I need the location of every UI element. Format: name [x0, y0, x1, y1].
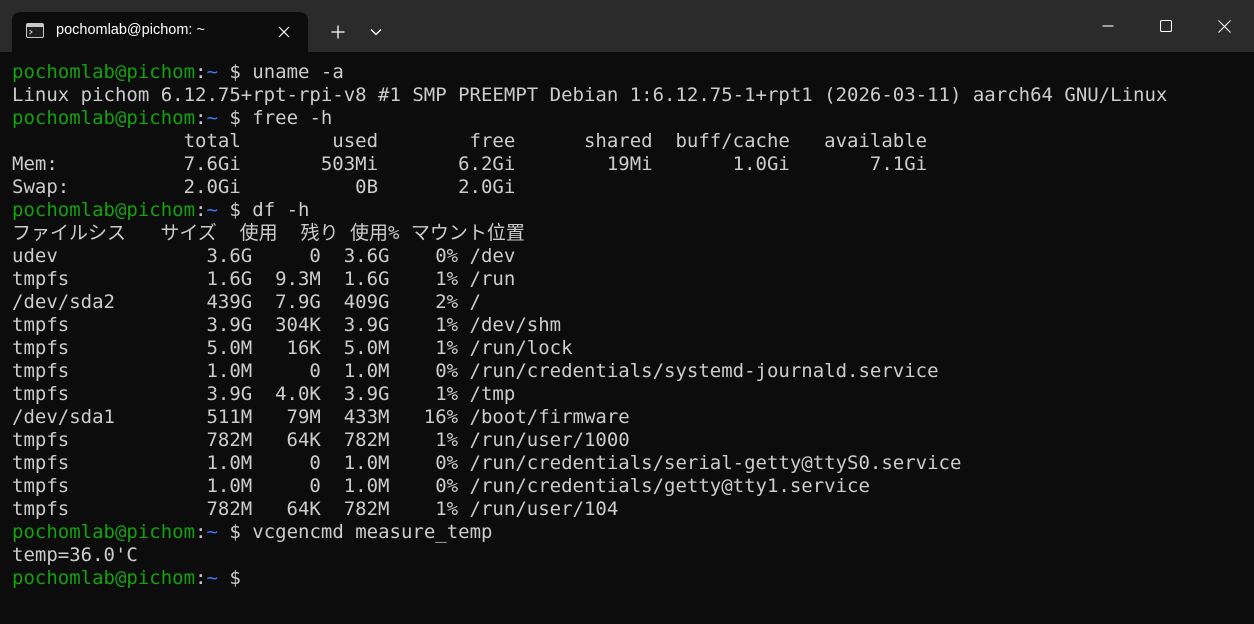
- output-line: tmpfs 1.6G 9.3M 1.6G 1% /run: [12, 268, 516, 290]
- output-line: Swap: 2.0Gi 0B 2.0Gi: [12, 176, 516, 198]
- output-line: tmpfs 782M 64K 782M 1% /run/user/1000: [12, 429, 630, 451]
- prompt-path: ~: [206, 199, 218, 221]
- close-icon: [278, 26, 290, 38]
- command-text: uname -a: [252, 61, 344, 83]
- output-line: Mem: 7.6Gi 503Mi 6.2Gi 19Mi 1.0Gi 7.1Gi: [12, 153, 928, 175]
- output-line: udev 3.6G 0 3.6G 0% /dev: [12, 245, 516, 267]
- output-line: tmpfs 1.0M 0 1.0M 0% /run/credentials/ge…: [12, 475, 870, 497]
- terminal-icon: [26, 23, 44, 38]
- prompt-user: pochomlab@pichom: [12, 199, 196, 221]
- prompt-line: pochomlab@pichom:~ $ vcgencmd measure_te…: [12, 521, 1248, 544]
- prompt-separator: :: [195, 567, 207, 589]
- prompt-path: ~: [206, 61, 218, 83]
- close-window-button[interactable]: [1202, 8, 1246, 44]
- prompt-symbol: $: [217, 61, 253, 83]
- prompt-separator: :: [195, 199, 207, 221]
- output-line: total used free shared buff/cache availa…: [12, 130, 928, 152]
- prompt-symbol: $: [217, 199, 253, 221]
- prompt-line: pochomlab@pichom:~ $ uname -a: [12, 61, 1248, 84]
- prompt-symbol: $: [217, 107, 253, 129]
- maximize-button[interactable]: [1144, 8, 1188, 44]
- output-line: ファイルシス サイズ 使用 残り 使用% マウント位置: [12, 222, 525, 244]
- prompt-line: pochomlab@pichom:~ $: [12, 567, 1248, 590]
- output-line: tmpfs 3.9G 304K 3.9G 1% /dev/shm: [12, 314, 562, 336]
- output-line: temp=36.0'C: [12, 544, 138, 566]
- chevron-down-icon: [370, 29, 382, 36]
- maximize-icon: [1160, 20, 1172, 32]
- prompt-user: pochomlab@pichom: [12, 567, 196, 589]
- prompt-user: pochomlab@pichom: [12, 61, 196, 83]
- prompt-user: pochomlab@pichom: [12, 107, 196, 129]
- command-text: vcgencmd measure_temp: [252, 521, 493, 543]
- tab-terminal[interactable]: pochomlab@pichom: ~: [12, 12, 308, 52]
- prompt-line: pochomlab@pichom:~ $ df -h: [12, 199, 1248, 222]
- tab-dropdown-button[interactable]: [360, 16, 392, 48]
- prompt-path: ~: [206, 567, 218, 589]
- new-tab-button[interactable]: [320, 16, 356, 48]
- prompt-symbol: $: [217, 521, 253, 543]
- output-line: tmpfs 1.0M 0 1.0M 0% /run/credentials/se…: [12, 452, 962, 474]
- output-line: tmpfs 782M 64K 782M 1% /run/user/104: [12, 498, 619, 520]
- output-line: tmpfs 5.0M 16K 5.0M 1% /run/lock: [12, 337, 573, 359]
- minimize-button[interactable]: [1086, 8, 1130, 44]
- tab-title: pochomlab@pichom: ~: [56, 22, 205, 38]
- output-line: tmpfs 1.0M 0 1.0M 0% /run/credentials/sy…: [12, 360, 939, 382]
- output-line: Linux pichom 6.12.75+rpt-rpi-v8 #1 SMP P…: [12, 84, 1168, 106]
- close-tab-button[interactable]: [274, 22, 294, 42]
- prompt-path: ~: [206, 521, 218, 543]
- title-bar: pochomlab@pichom: ~: [0, 0, 1254, 52]
- output-line: /dev/sda1 511M 79M 433M 16% /boot/firmwa…: [12, 406, 630, 428]
- command-text: df -h: [252, 199, 310, 221]
- prompt-separator: :: [195, 521, 207, 543]
- prompt-line: pochomlab@pichom:~ $ free -h: [12, 107, 1248, 130]
- command-text: free -h: [252, 107, 333, 129]
- terminal-output[interactable]: pochomlab@pichom:~ $ uname -a Linux picho…: [12, 61, 1248, 619]
- prompt-user: pochomlab@pichom: [12, 521, 196, 543]
- prompt-separator: :: [195, 61, 207, 83]
- minimize-icon: [1102, 25, 1114, 27]
- close-icon: [1217, 19, 1231, 33]
- prompt-path: ~: [206, 107, 218, 129]
- prompt-separator: :: [195, 107, 207, 129]
- output-line: /dev/sda2 439G 7.9G 409G 2% /: [12, 291, 481, 313]
- prompt-symbol: $: [217, 567, 241, 589]
- output-line: tmpfs 3.9G 4.0K 3.9G 1% /tmp: [12, 383, 516, 405]
- terminal-window: pochomlab@pichom: ~ pochomlab@pichom:~ $…: [0, 0, 1254, 624]
- plus-icon: [331, 25, 345, 39]
